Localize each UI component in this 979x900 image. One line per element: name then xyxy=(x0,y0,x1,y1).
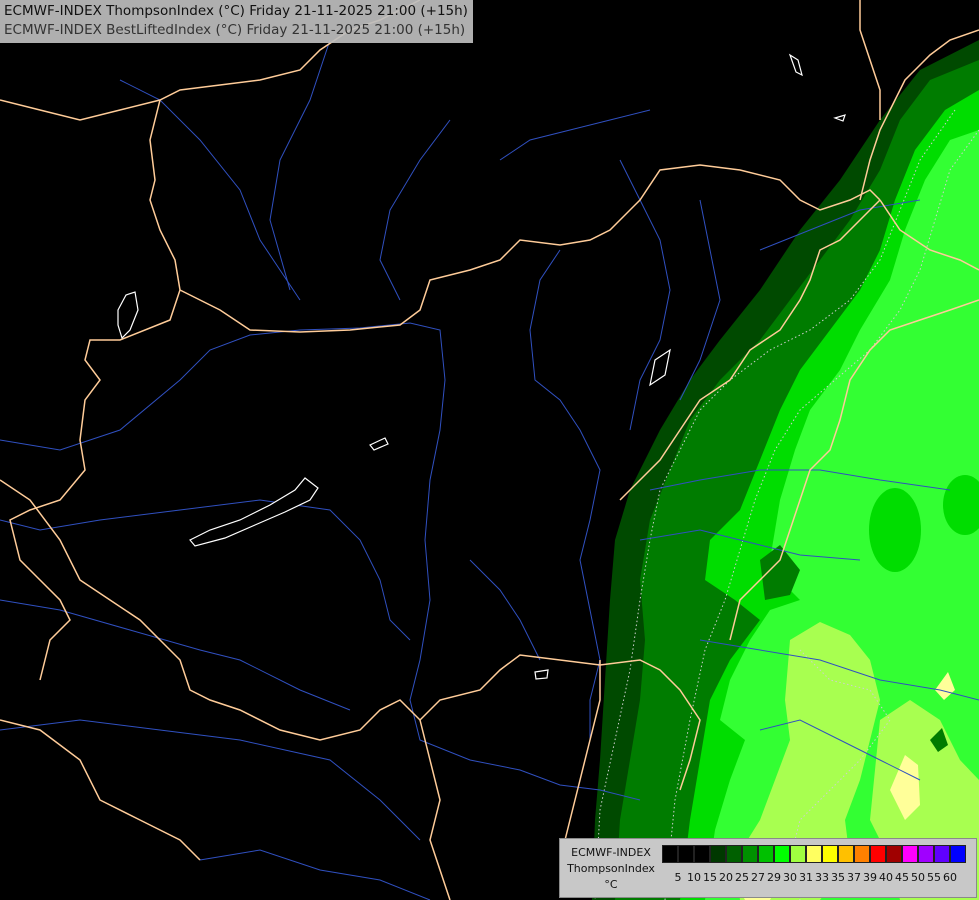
legend-tick: 60 xyxy=(943,871,957,884)
legend-tick: 35 xyxy=(831,871,845,884)
legend-swatch xyxy=(758,845,774,863)
legend-swatch xyxy=(918,845,934,863)
legend-swatch xyxy=(790,845,806,863)
legend-tick: 39 xyxy=(863,871,877,884)
legend-tick-spacer xyxy=(662,870,670,886)
legend-tick: 50 xyxy=(911,871,925,884)
legend-tick: 5 xyxy=(674,871,682,884)
legend-swatch xyxy=(902,845,918,863)
legend-tick: 40 xyxy=(879,871,893,884)
map-title-box: ECMWF-INDEX ThompsonIndex (°C) Friday 21… xyxy=(0,0,473,43)
legend-tick-labels: 5 10 15 20 25 27 29 30 31 33 35 37 39 40 45 50 55 60 xyxy=(662,870,958,886)
legend-swatch xyxy=(774,845,790,863)
legend-title: ECMWF-INDEX ThompsonIndex °C xyxy=(563,845,659,893)
legend-tick: 25 xyxy=(735,871,749,884)
legend-swatch xyxy=(870,845,886,863)
weather-map xyxy=(0,0,979,900)
legend-swatch xyxy=(822,845,838,863)
legend-swatch xyxy=(934,845,950,863)
legend-swatch xyxy=(694,845,710,863)
legend-tick: 10 xyxy=(687,871,701,884)
legend-tick: 33 xyxy=(815,871,829,884)
legend-swatch xyxy=(806,845,822,863)
lake-small-2 xyxy=(534,669,549,680)
fill-green-patch-1 xyxy=(869,488,921,572)
legend-color-bar xyxy=(662,845,966,865)
legend-tick: 27 xyxy=(751,871,765,884)
legend-swatch xyxy=(726,845,742,863)
legend-swatch xyxy=(662,845,678,863)
legend-swatch xyxy=(742,845,758,863)
legend-parameter: ThompsonIndex xyxy=(567,862,655,875)
legend-swatch xyxy=(886,845,902,863)
map-title-bestlifted: ECMWF-INDEX BestLiftedIndex (°C) Friday … xyxy=(4,22,466,38)
legend-tick: 20 xyxy=(719,871,733,884)
legend-tick: 29 xyxy=(767,871,781,884)
legend-tick: 31 xyxy=(799,871,813,884)
legend-swatch xyxy=(838,845,854,863)
color-legend: ECMWF-INDEX ThompsonIndex °C 5 10 15 20 25 27… xyxy=(559,838,977,898)
legend-unit: °C xyxy=(604,878,618,891)
legend-swatch xyxy=(678,845,694,863)
legend-swatch xyxy=(854,845,870,863)
legend-model: ECMWF-INDEX xyxy=(571,846,651,859)
legend-swatch xyxy=(710,845,726,863)
legend-tick: 30 xyxy=(783,871,797,884)
legend-tick: 15 xyxy=(703,871,717,884)
legend-swatch xyxy=(950,845,966,863)
map-title-thompson: ECMWF-INDEX ThompsonIndex (°C) Friday 21… xyxy=(4,3,468,19)
legend-tick: 55 xyxy=(927,871,941,884)
legend-tick: 37 xyxy=(847,871,861,884)
legend-tick: 45 xyxy=(895,871,909,884)
